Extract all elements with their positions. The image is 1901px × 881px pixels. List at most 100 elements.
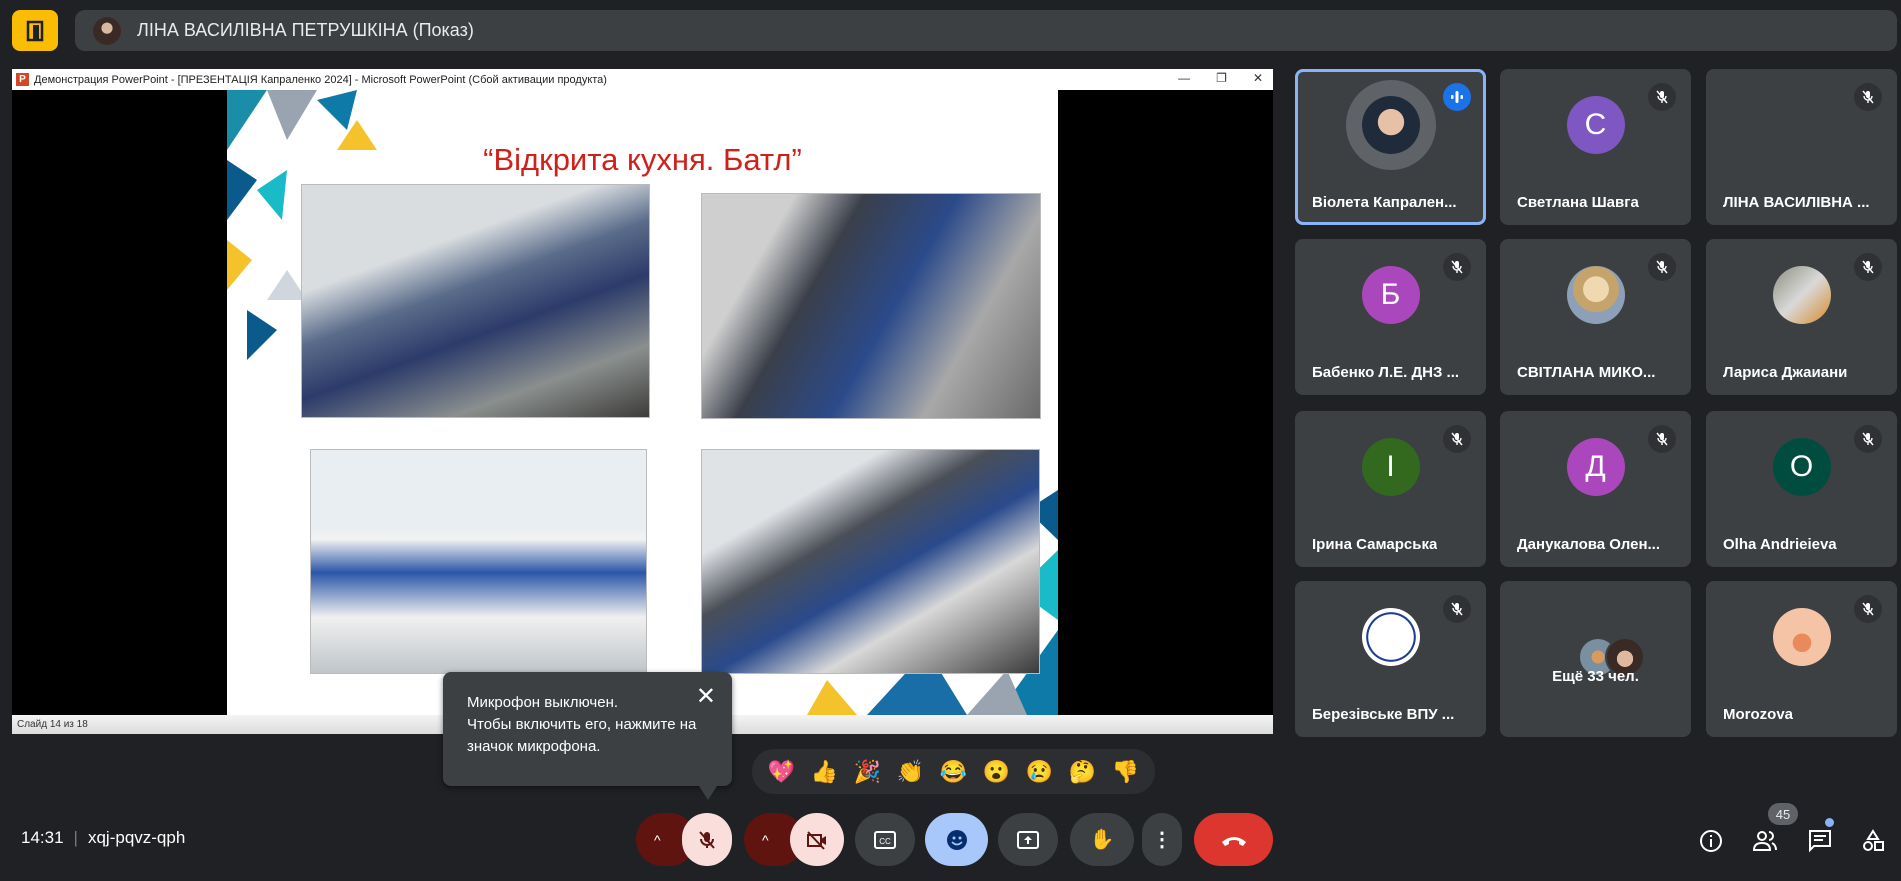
- avatar: Д: [1566, 438, 1625, 497]
- participant-tile[interactable]: ЛІНА ВАСИЛІВНА ...: [1706, 69, 1897, 225]
- reactions-bar: 💖 👍 🎉 👏 😂 😮 😢 🤔 👎: [752, 749, 1155, 794]
- mic-off-tooltip: Микрофон выключен. Чтобы включить его, н…: [443, 672, 732, 786]
- participant-tile[interactable]: Morozova: [1706, 581, 1897, 737]
- reaction-emoji[interactable]: 👍: [811, 759, 838, 785]
- mic-off-icon: [1443, 253, 1471, 281]
- more-vert-icon: ⋮: [1152, 829, 1172, 851]
- hand-icon: ✋: [1089, 829, 1115, 851]
- participant-tile[interactable]: Віолета Капрален...: [1295, 69, 1486, 225]
- maximize-icon: ❐: [1216, 71, 1227, 85]
- mic-off-icon: [1443, 595, 1471, 623]
- chat-button[interactable]: [1805, 826, 1835, 856]
- ppt-title-bar: P Демонстрация PowerPoint - [ПРЕЗЕНТАЦІЯ…: [12, 69, 1273, 90]
- close-tooltip-button[interactable]: ✕: [696, 685, 716, 709]
- mic-off-icon: [1443, 425, 1471, 453]
- participant-tile[interactable]: Д Данукалова Олен...: [1500, 411, 1691, 567]
- camera-toggle-button[interactable]: [790, 813, 844, 866]
- reaction-emoji[interactable]: 💖: [768, 759, 795, 785]
- mic-off-icon: [1648, 425, 1676, 453]
- participant-tile[interactable]: СВІТЛАНА МИКО...: [1500, 239, 1691, 395]
- avatar: [1772, 608, 1831, 667]
- hang-up-icon: [1221, 836, 1246, 846]
- meeting-info: 14:31 | xqj-pqvz-qph: [21, 828, 186, 847]
- raise-hand-button[interactable]: ✋: [1070, 813, 1134, 866]
- participant-tile[interactable]: Б Бабенко Л.Е. ДНЗ ...: [1295, 239, 1486, 395]
- chat-icon: [1809, 830, 1831, 853]
- reaction-emoji[interactable]: 👏: [897, 759, 924, 785]
- door-icon: [26, 20, 44, 41]
- slide-photo-2: [701, 193, 1041, 419]
- emoji-icon: [946, 829, 967, 850]
- participant-name: Ещё 33 чел.: [1552, 668, 1639, 685]
- slide-counter: Слайд 14 из 18: [17, 719, 88, 730]
- reaction-emoji[interactable]: 👎: [1112, 759, 1139, 785]
- reaction-emoji[interactable]: 🤔: [1069, 759, 1096, 785]
- participant-tile[interactable]: Ещё 33 чел.: [1500, 581, 1691, 737]
- chat-unread-dot: [1825, 818, 1834, 827]
- avatar: O: [1772, 438, 1831, 497]
- participant-name: Березівське ВПУ ...: [1312, 706, 1455, 723]
- slide-photo-1: [301, 184, 650, 418]
- participant-tile[interactable]: O Olha Andrieieva: [1706, 411, 1897, 567]
- shared-screen: P Демонстрация PowerPoint - [ПРЕЗЕНТАЦІЯ…: [12, 69, 1273, 734]
- avatar: [1566, 266, 1625, 325]
- ppt-window-title: Демонстрация PowerPoint - [ПРЕЗЕНТАЦІЯ К…: [34, 73, 607, 86]
- reaction-emoji[interactable]: 😂: [940, 759, 967, 785]
- participant-tile[interactable]: Березівське ВПУ ...: [1295, 581, 1486, 737]
- clock: 14:31: [21, 828, 64, 847]
- avatar: [1361, 96, 1420, 155]
- meeting-details-button[interactable]: [1696, 826, 1726, 856]
- reaction-emoji[interactable]: 🎉: [854, 759, 881, 785]
- avatar: Б: [1361, 266, 1420, 325]
- participant-name: Morozova: [1723, 706, 1794, 723]
- svg-text:CC: CC: [879, 837, 891, 846]
- powerpoint-icon: P: [16, 73, 29, 86]
- participant-count: 45: [1775, 806, 1791, 822]
- tooltip-tail: [699, 786, 717, 800]
- presenter-avatar: [93, 16, 121, 45]
- reaction-emoji[interactable]: 😢: [1026, 759, 1053, 785]
- participant-tile[interactable]: І Ірина Самарська: [1295, 411, 1486, 567]
- avatar: [1361, 608, 1420, 667]
- present-screen-button[interactable]: [998, 813, 1058, 866]
- participant-name: Olha Andrieieva: [1723, 536, 1837, 553]
- participant-tile[interactable]: Лариса Джаиани: [1706, 239, 1897, 395]
- mic-off-icon: [1854, 253, 1882, 281]
- avatar: С: [1566, 96, 1625, 155]
- more-options-button[interactable]: ⋮: [1142, 813, 1182, 866]
- captions-button[interactable]: CC: [855, 813, 915, 866]
- exit-presentation-button[interactable]: [12, 10, 58, 51]
- activities-icon: [1863, 829, 1884, 851]
- participant-count-badge: 45: [1768, 803, 1798, 825]
- participant-tile[interactable]: С Светлана Шавга: [1500, 69, 1691, 225]
- participant-name: Бабенко Л.Е. ДНЗ ...: [1312, 364, 1460, 381]
- tooltip-line2: Чтобы включить его, нажмите на значок ми…: [467, 716, 697, 755]
- participant-name: СВІТЛАНА МИКО...: [1517, 364, 1656, 381]
- meeting-code: xqj-pqvz-qph: [87, 828, 186, 847]
- slide-photo-4: [701, 449, 1040, 674]
- participant-name: Віолета Капрален...: [1312, 194, 1457, 211]
- slide: “Відкрита кухня. Батл”: [227, 90, 1058, 715]
- reaction-emoji[interactable]: 😮: [983, 759, 1010, 785]
- activities-button[interactable]: [1858, 826, 1888, 856]
- mic-off-icon: [699, 830, 715, 849]
- info-icon: [1700, 830, 1722, 852]
- mic-off-icon: [1854, 595, 1882, 623]
- speaking-icon: [1443, 83, 1471, 111]
- mic-off-icon: [1854, 425, 1882, 453]
- people-button[interactable]: [1750, 826, 1780, 856]
- slide-title: “Відкрита кухня. Батл”: [483, 142, 802, 177]
- end-call-button[interactable]: [1194, 813, 1273, 866]
- mic-toggle-button[interactable]: [682, 813, 732, 866]
- avatar: І: [1361, 438, 1420, 497]
- slide-photo-3: [310, 449, 647, 674]
- presenter-header: ЛІНА ВАСИЛІВНА ПЕТРУШКІНА (Показ): [75, 10, 1897, 51]
- mic-off-icon: [1648, 83, 1676, 111]
- reactions-button[interactable]: [925, 813, 988, 866]
- mic-off-icon: [1648, 253, 1676, 281]
- participant-name: Ірина Самарська: [1312, 536, 1438, 553]
- people-icon: [1752, 831, 1777, 851]
- minimize-icon: —: [1178, 71, 1191, 85]
- captions-icon: CC: [874, 830, 896, 849]
- avatar: [1772, 266, 1831, 325]
